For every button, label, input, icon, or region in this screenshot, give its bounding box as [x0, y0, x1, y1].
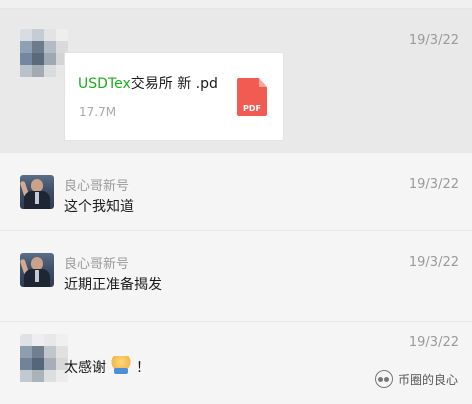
message-text: 近期正准备揭发 [64, 277, 162, 293]
file-name[interactable]: USDTex交易所 新 .pd [78, 73, 218, 93]
file-name-green: USDTex [78, 76, 131, 92]
message-text-after: ！ [136, 360, 150, 376]
message-file[interactable]: 19/3/22 USDTex交易所 新 .pd 17.7M PDF [0, 9, 472, 153]
watermark: 币圈的良心 [374, 370, 458, 388]
blurred-avatar[interactable] [20, 29, 70, 79]
file-name-rest: 交易所 新 .pd [130, 76, 218, 92]
sender-name: 良心哥新号 [64, 179, 130, 194]
message-item[interactable]: 良心哥新号 19/3/22 这个我知道 [0, 153, 472, 231]
message-date: 19/3/22 [408, 255, 459, 270]
sender-avatar[interactable] [20, 175, 54, 209]
message-date: 19/3/22 [408, 177, 459, 192]
message-text: 太感谢 ！ [64, 356, 150, 377]
file-card[interactable]: USDTex交易所 新 .pd 17.7M PDF [64, 52, 284, 141]
message-text-before: 太感谢 [64, 360, 106, 376]
wechat-icon [374, 370, 393, 388]
watermark-label: 币圈的良心 [397, 372, 458, 387]
pdf-icon-label: PDF [243, 104, 261, 113]
avatar-tie [35, 192, 39, 204]
message-item[interactable]: 良心哥新号 19/3/22 近期正准备揭发 [0, 231, 472, 322]
top-gap [0, 0, 472, 9]
pdf-fold-corner [259, 78, 267, 87]
message-date: 19/3/22 [408, 33, 459, 48]
avatar-tie [35, 270, 39, 282]
message-date: 19/3/22 [408, 335, 459, 350]
message-text: 这个我知道 [64, 199, 134, 215]
sender-name: 良心哥新号 [64, 257, 130, 272]
blurred-avatar[interactable] [20, 334, 70, 384]
praying-hands-icon [111, 356, 131, 376]
message-item[interactable]: 19/3/22 太感谢 ！ [0, 322, 472, 404]
file-size: 17.7M [79, 105, 117, 119]
sender-avatar[interactable] [20, 253, 54, 287]
